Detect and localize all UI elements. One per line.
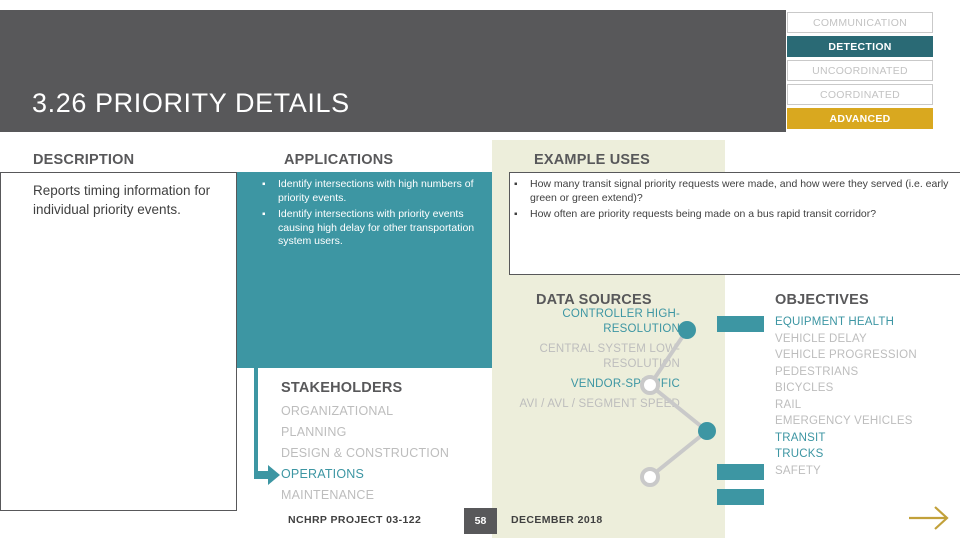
- stakeholder-connector-line: [254, 368, 258, 475]
- example-uses-item-text: How many transit signal priority request…: [530, 178, 949, 204]
- objective-marker-equipment-health: [717, 316, 764, 332]
- applications-item-text: Identify intersections with high numbers…: [278, 178, 474, 204]
- list-item: ▪ How many transit signal priority reque…: [514, 178, 954, 205]
- bullet-icon: ▪: [262, 179, 266, 190]
- stakeholder-item-maintenance: MAINTENANCE: [281, 488, 375, 502]
- applications-list: ▪ Identify intersections with high numbe…: [262, 178, 486, 252]
- example-uses-list: ▪ How many transit signal priority reque…: [514, 178, 954, 225]
- bullet-icon: ▪: [262, 209, 266, 221]
- badge-uncoordinated[interactable]: UNCOORDINATED: [787, 60, 933, 81]
- objective-item-rail: RAIL: [775, 398, 802, 411]
- objective-item-bicycles: BICYCLES: [775, 382, 834, 394]
- badge-coordinated[interactable]: COORDINATED: [787, 84, 933, 105]
- example-uses-heading: EXAMPLE USES: [534, 152, 651, 168]
- applications-heading: APPLICATIONS: [284, 152, 394, 168]
- list-item: ▪ Identify intersections with high numbe…: [262, 178, 486, 205]
- slide: 3.26 PRIORITY DETAILS COMMUNICATION DETE…: [0, 0, 960, 540]
- stakeholder-arrow-icon: [254, 465, 280, 485]
- bullet-icon: ▪: [514, 179, 518, 190]
- node-hollow-icon: [640, 375, 660, 395]
- description-box: [0, 172, 237, 511]
- objectives-list: EQUIPMENT HEALTH VEHICLE DELAY VEHICLE P…: [775, 314, 960, 479]
- objective-item-vehicle-progression: VEHICLE PROGRESSION: [775, 349, 917, 361]
- stakeholder-item-planning: PLANNING: [281, 425, 347, 439]
- stakeholders-heading: STAKEHOLDERS: [281, 380, 403, 396]
- stakeholder-item-organizational: ORGANIZATIONAL: [281, 404, 394, 418]
- footer-page-number: 58: [474, 515, 487, 527]
- objective-item-safety: SAFETY: [775, 464, 821, 477]
- applications-item-text: Identify intersections with priority eve…: [278, 208, 475, 248]
- objective-item-transit: TRANSIT: [775, 431, 826, 444]
- node-hollow-icon: [640, 467, 660, 487]
- list-item: ▪ How often are priority requests being …: [514, 208, 954, 222]
- footer-date-label: DECEMBER 2018: [511, 514, 603, 526]
- objective-marker-transit: [717, 464, 764, 480]
- objective-item-vehicle-delay: VEHICLE DELAY: [775, 332, 867, 345]
- node-filled-icon: [678, 321, 696, 339]
- example-uses-item-text: How often are priority requests being ma…: [530, 208, 877, 221]
- description-heading: DESCRIPTION: [33, 152, 135, 168]
- description-text: Reports timing information for individua…: [33, 183, 211, 217]
- data-sources-node-graph: [640, 321, 716, 487]
- stakeholder-item-design: DESIGN & CONSTRUCTION: [281, 446, 450, 460]
- objective-item-emergency-vehicles: EMERGENCY VEHICLES: [775, 415, 913, 427]
- footer-project-label: NCHRP PROJECT 03-122: [288, 514, 422, 526]
- badge-detection[interactable]: DETECTION: [787, 36, 933, 57]
- bullet-icon: ▪: [514, 209, 518, 221]
- badge-advanced[interactable]: ADVANCED: [787, 108, 933, 129]
- page-title: 3.26 PRIORITY DETAILS: [32, 88, 350, 118]
- objective-item-equipment-health: EQUIPMENT HEALTH: [775, 316, 895, 328]
- objective-item-trucks: TRUCKS: [775, 448, 824, 460]
- objectives-heading: OBJECTIVES: [775, 292, 869, 308]
- objective-marker-trucks: [717, 489, 764, 505]
- stakeholder-item-operations: OPERATIONS: [281, 467, 365, 481]
- level-badge-group: COMMUNICATION DETECTION UNCOORDINATED CO…: [787, 12, 933, 132]
- footer-page-box: 58: [464, 508, 497, 534]
- node-filled-icon: [698, 422, 716, 440]
- next-arrow-icon[interactable]: [905, 503, 953, 533]
- list-item: ▪ Identify intersections with priority e…: [262, 208, 486, 249]
- badge-communication[interactable]: COMMUNICATION: [787, 12, 933, 33]
- objective-item-pedestrians: PEDESTRIANS: [775, 365, 859, 378]
- stakeholders-list: ORGANIZATIONAL PLANNING DESIGN & CONSTRU…: [281, 401, 491, 506]
